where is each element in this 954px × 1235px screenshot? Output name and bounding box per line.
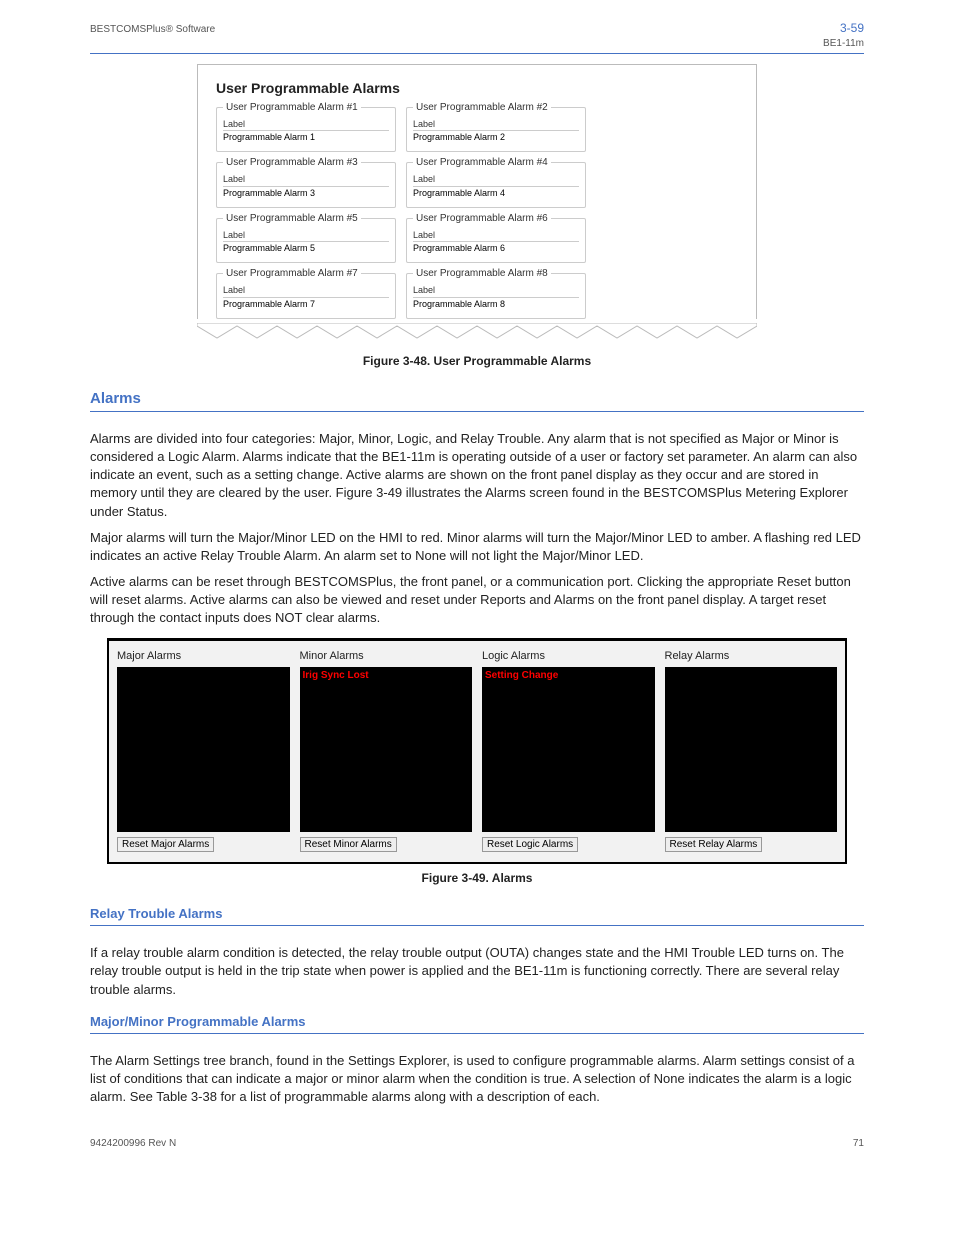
alarm-legend: User Programmable Alarm #5 <box>223 212 361 226</box>
major-alarms-col: Major Alarms Reset Major Alarms <box>117 649 290 853</box>
relay-trouble-p1: If a relay trouble alarm condition is de… <box>90 944 864 999</box>
major-alarms-title: Major Alarms <box>117 649 290 664</box>
reset-logic-button[interactable]: Reset Logic Alarms <box>482 837 578 852</box>
page-header: BESTCOMSPlus® Software 3-59 BE1-11m <box>90 20 864 51</box>
alarm-input-7[interactable] <box>223 297 389 310</box>
logic-alarms-title: Logic Alarms <box>482 649 655 664</box>
logic-alarms-col: Logic Alarms Setting Change Reset Logic … <box>482 649 655 853</box>
reset-minor-button[interactable]: Reset Minor Alarms <box>300 837 397 852</box>
alarm-field-2: User Programmable Alarm #2 Label <box>406 107 586 153</box>
reset-relay-button[interactable]: Reset Relay Alarms <box>665 837 763 852</box>
alarm-field-3: User Programmable Alarm #3 Label <box>216 162 396 208</box>
relay-trouble-heading: Relay Trouble Alarms <box>90 905 864 923</box>
alarm-field-4: User Programmable Alarm #4 Label <box>406 162 586 208</box>
alarm-label: Label <box>223 229 389 242</box>
alarms-p2: Major alarms will turn the Major/Minor L… <box>90 529 864 565</box>
alarm-status-columns: Major Alarms Reset Major Alarms Minor Al… <box>117 649 837 853</box>
alarm-grid: User Programmable Alarm #1 Label User Pr… <box>216 107 738 319</box>
reset-major-button[interactable]: Reset Major Alarms <box>117 837 214 852</box>
alarm-field-8: User Programmable Alarm #8 Label <box>406 273 586 319</box>
chapter-number: 3-59 <box>840 21 864 35</box>
alarm-input-6[interactable] <box>413 241 579 254</box>
alarm-legend: User Programmable Alarm #1 <box>223 101 361 115</box>
header-right: 3-59 BE1-11m <box>823 20 864 51</box>
minor-alarms-list: Irig Sync Lost <box>300 667 473 832</box>
page-footer: 9424200996 Rev N 71 <box>90 1137 864 1151</box>
alarm-item: Irig Sync Lost <box>303 670 369 681</box>
relay-alarms-title: Relay Alarms <box>665 649 838 664</box>
divider <box>90 411 864 412</box>
logic-alarms-list: Setting Change <box>482 667 655 832</box>
alarm-label: Label <box>223 173 389 186</box>
minor-alarms-title: Minor Alarms <box>300 649 473 664</box>
alarm-field-7: User Programmable Alarm #7 Label <box>216 273 396 319</box>
alarm-col-right: User Programmable Alarm #2 Label User Pr… <box>406 107 586 319</box>
alarm-legend: User Programmable Alarm #7 <box>223 267 361 281</box>
alarm-input-2[interactable] <box>413 130 579 143</box>
header-left: BESTCOMSPlus® Software <box>90 23 215 37</box>
alarm-label: Label <box>413 173 579 186</box>
alarm-field-1: User Programmable Alarm #1 Label <box>216 107 396 153</box>
alarm-label: Label <box>413 229 579 242</box>
alarm-label: Label <box>413 118 579 131</box>
alarm-legend: User Programmable Alarm #2 <box>413 101 551 115</box>
divider <box>90 925 864 926</box>
alarm-input-5[interactable] <box>223 241 389 254</box>
alarm-legend: User Programmable Alarm #6 <box>413 212 551 226</box>
alarm-legend: User Programmable Alarm #8 <box>413 267 551 281</box>
alarm-field-6: User Programmable Alarm #6 Label <box>406 218 586 264</box>
upa-caption: Figure 3-48. User Programmable Alarms <box>90 353 864 370</box>
user-programmable-alarms-panel: User Programmable Alarms User Programmab… <box>197 64 757 319</box>
torn-edge <box>197 323 757 343</box>
alarms-p3: Active alarms can be reset through BESTC… <box>90 573 864 628</box>
divider <box>90 1033 864 1034</box>
alarm-input-1[interactable] <box>223 130 389 143</box>
footer-right: 71 <box>853 1137 864 1151</box>
alarm-label: Label <box>413 284 579 297</box>
divider <box>90 53 864 54</box>
alarms-status-panel: Major Alarms Reset Major Alarms Minor Al… <box>107 638 847 865</box>
footer-left: 9424200996 Rev N <box>90 1137 176 1151</box>
relay-alarms-list <box>665 667 838 832</box>
alarm-col-left: User Programmable Alarm #1 Label User Pr… <box>216 107 396 319</box>
alarm-label: Label <box>223 284 389 297</box>
alarm-input-4[interactable] <box>413 186 579 199</box>
alarms-heading: Alarms <box>90 388 864 409</box>
alarm-field-5: User Programmable Alarm #5 Label <box>216 218 396 264</box>
alarm-legend: User Programmable Alarm #4 <box>413 156 551 170</box>
relay-alarms-col: Relay Alarms Reset Relay Alarms <box>665 649 838 853</box>
minor-alarms-col: Minor Alarms Irig Sync Lost Reset Minor … <box>300 649 473 853</box>
major-alarms-list <box>117 667 290 832</box>
product-name: BE1-11m <box>823 38 864 49</box>
major-minor-p1: The Alarm Settings tree branch, found in… <box>90 1052 864 1107</box>
upa-heading: User Programmable Alarms <box>216 79 738 99</box>
alarm-item: Setting Change <box>485 670 558 681</box>
alarm-input-8[interactable] <box>413 297 579 310</box>
alarm-legend: User Programmable Alarm #3 <box>223 156 361 170</box>
status-caption: Figure 3-49. Alarms <box>90 870 864 887</box>
alarms-p1: Alarms are divided into four categories:… <box>90 430 864 521</box>
alarm-input-3[interactable] <box>223 186 389 199</box>
major-minor-heading: Major/Minor Programmable Alarms <box>90 1013 864 1031</box>
alarm-label: Label <box>223 118 389 131</box>
